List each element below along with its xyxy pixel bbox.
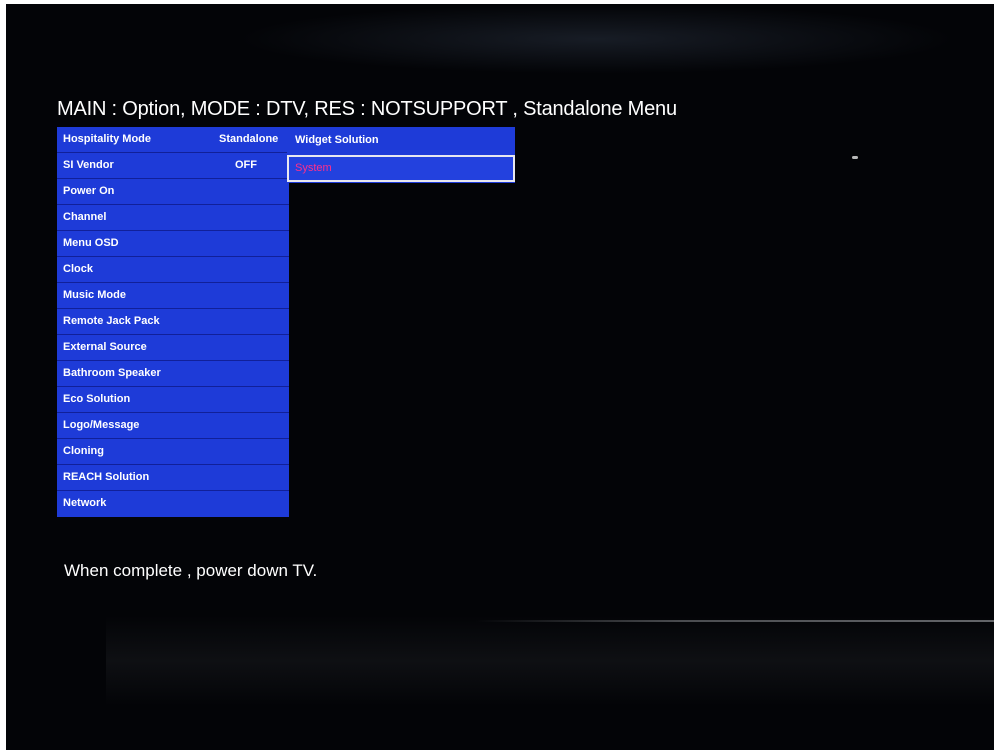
page-title: MAIN : Option, MODE : DTV, RES : NOTSUPP… bbox=[57, 98, 677, 120]
menu-item-external-source[interactable]: External Source bbox=[57, 335, 289, 361]
menu-item-value: OFF bbox=[235, 159, 257, 171]
menu-item-label: Bathroom Speaker bbox=[63, 367, 161, 379]
menu-item-remote-jack-pack[interactable]: Remote Jack Pack bbox=[57, 309, 289, 335]
menu-item-label: Cloning bbox=[63, 445, 104, 457]
menu-item-si-vendor[interactable]: SI Vendor OFF bbox=[57, 153, 289, 179]
submenu-panel: Widget Solution System bbox=[287, 127, 515, 183]
menu-item-clock[interactable]: Clock bbox=[57, 257, 289, 283]
submenu-item-system[interactable]: System bbox=[287, 155, 515, 182]
menu-item-label: SI Vendor bbox=[63, 159, 114, 171]
menu-item-label: Network bbox=[63, 497, 107, 509]
standalone-menu: Hospitality Mode Standalone SI Vendor OF… bbox=[57, 127, 289, 517]
menu-item-label: Eco Solution bbox=[63, 393, 131, 405]
menu-item-reach-solution[interactable]: REACH Solution bbox=[57, 465, 289, 491]
menu-item-logo-message[interactable]: Logo/Message bbox=[57, 413, 289, 439]
menu-item-network[interactable]: Network bbox=[57, 491, 289, 517]
instruction-message: When complete , power down TV. bbox=[64, 561, 318, 580]
submenu-item-widget-solution[interactable]: Widget Solution bbox=[287, 127, 515, 154]
background-glow bbox=[236, 4, 956, 74]
light-speck bbox=[852, 156, 858, 159]
floor-reflection bbox=[106, 616, 994, 706]
menu-item-menu-osd[interactable]: Menu OSD bbox=[57, 231, 289, 257]
menu-item-label: Logo/Message bbox=[63, 419, 140, 431]
floor-line bbox=[476, 620, 994, 622]
menu-item-value: Standalone bbox=[219, 133, 279, 145]
menu-item-music-mode[interactable]: Music Mode bbox=[57, 283, 289, 309]
menu-item-label: Power On bbox=[63, 185, 115, 197]
submenu-item-label: System bbox=[295, 162, 332, 174]
menu-item-channel[interactable]: Channel bbox=[57, 205, 289, 231]
menu-item-bathroom-speaker[interactable]: Bathroom Speaker bbox=[57, 361, 289, 387]
menu-item-label: Remote Jack Pack bbox=[63, 315, 160, 327]
menu-item-label: Music Mode bbox=[63, 289, 126, 301]
menu-item-label: Channel bbox=[63, 211, 107, 223]
menu-item-cloning[interactable]: Cloning bbox=[57, 439, 289, 465]
menu-item-label: Clock bbox=[63, 263, 93, 275]
submenu-item-label: Widget Solution bbox=[295, 134, 379, 146]
menu-item-power-on[interactable]: Power On bbox=[57, 179, 289, 205]
menu-item-hospitality-mode[interactable]: Hospitality Mode Standalone bbox=[57, 127, 289, 153]
menu-item-label: External Source bbox=[63, 341, 147, 353]
menu-item-label: Menu OSD bbox=[63, 237, 119, 249]
menu-item-label: Hospitality Mode bbox=[63, 133, 152, 145]
menu-item-label: REACH Solution bbox=[63, 471, 150, 483]
menu-item-eco-solution[interactable]: Eco Solution bbox=[57, 387, 289, 413]
